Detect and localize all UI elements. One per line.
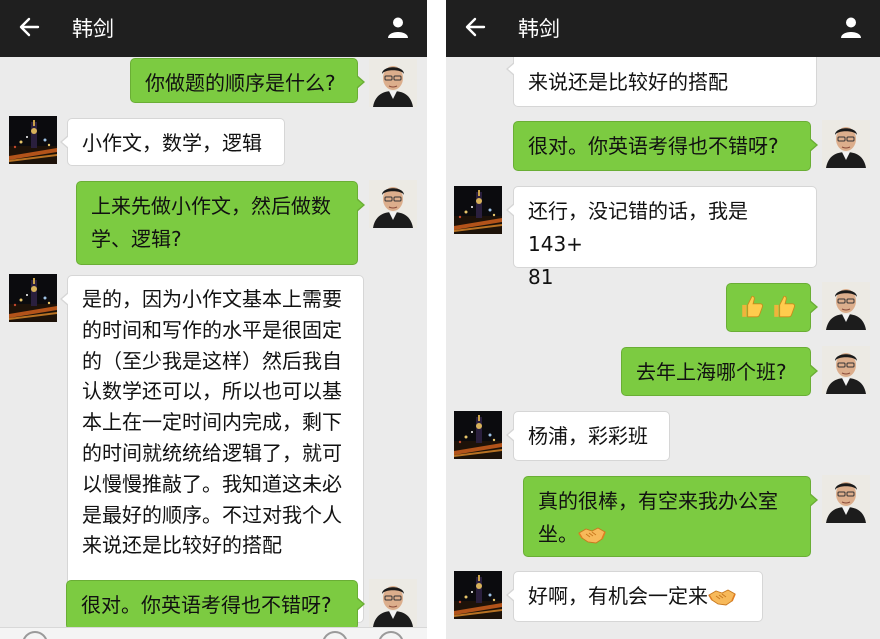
chat-title: 韩剑: [518, 17, 560, 41]
message-list[interactable]: 来说还是比较好的搭配 很对。你英语考得也不错呀? 还行，没记错的话，我是143+…: [446, 57, 880, 639]
person-icon: [839, 15, 863, 43]
message-bubble-incoming[interactable]: 好啊，有机会一定来: [506, 571, 763, 622]
my-avatar[interactable]: [822, 282, 870, 330]
contact-avatar[interactable]: [454, 186, 502, 234]
message-bubble-incoming[interactable]: 小作文，数学，逻辑: [60, 118, 285, 166]
handshake-icon: [708, 584, 736, 617]
message-text: 很对。你英语考得也不错呀?: [81, 593, 332, 617]
arrow-left-icon: [464, 16, 486, 42]
contact-avatar[interactable]: [9, 116, 57, 164]
message-line: 上来先做小作文，然后做数: [91, 194, 331, 218]
message-bubble-outgoing[interactable]: 你做题的顺序是什么?: [130, 58, 365, 103]
profile-button[interactable]: [836, 14, 866, 44]
message-bubble-outgoing[interactable]: 很对。你英语考得也不错呀?: [513, 121, 818, 171]
top-bar: 韩剑: [0, 0, 427, 57]
thumbs-up-icon: [739, 293, 765, 329]
contact-avatar[interactable]: [454, 571, 502, 619]
message-line: 的（至少我是这样）然后我自: [82, 348, 342, 373]
my-avatar[interactable]: [822, 120, 870, 168]
message-line: 真的很棒，有空来我办公室: [538, 489, 778, 513]
handshake-icon: [578, 522, 606, 555]
message-text: 小作文，数学，逻辑: [82, 131, 262, 155]
message-bubble-incoming[interactable]: 还行，没记错的话，我是143+ 81: [506, 186, 817, 289]
message-line: 认数学还可以，所以也可以基: [82, 379, 342, 404]
message-text: 来说还是比较好的搭配: [528, 70, 728, 94]
message-bubble-incoming[interactable]: 来说还是比较好的搭配: [506, 57, 817, 107]
contact-avatar[interactable]: [9, 274, 57, 322]
my-avatar[interactable]: [369, 180, 417, 228]
message-bubble-outgoing[interactable]: 真的很棒，有空来我办公室 坐。: [523, 476, 818, 557]
chat-screen-right: 韩剑 来说还是比较好的搭配 很对。你英语考得也不错呀? 还行，没记错的话，我是1…: [446, 0, 880, 639]
message-line: 还行，没记错的话，我是143+: [528, 199, 748, 256]
back-button[interactable]: [14, 14, 44, 44]
message-line: 的时间就统统给逻辑了，就可: [82, 440, 342, 465]
chat-title: 韩剑: [72, 17, 114, 41]
message-bubble-outgoing[interactable]: 去年上海哪个班?: [621, 347, 818, 396]
message-line: 是的，因为小作文基本上需要: [82, 287, 342, 311]
voice-icon[interactable]: [22, 631, 48, 639]
my-avatar[interactable]: [369, 579, 417, 627]
message-bubble-incoming[interactable]: 是的，因为小作文基本上需要 的时间和写作的水平是很固定 的（至少我是这样）然后我…: [60, 275, 364, 623]
message-list[interactable]: 你做题的顺序是什么? 小作文，数学，逻辑 上来先做小作文，然后做数 学、逻辑? …: [0, 57, 427, 639]
back-button[interactable]: [460, 14, 490, 44]
message-text: 你做题的顺序是什么?: [145, 71, 336, 95]
message-line: 本上在一定时间内完成，剩下: [82, 410, 342, 435]
my-avatar[interactable]: [822, 475, 870, 523]
message-bubble-outgoing[interactable]: [726, 283, 818, 332]
message-bubble-outgoing[interactable]: 上来先做小作文，然后做数 学、逻辑?: [76, 181, 365, 265]
message-bubble-incoming[interactable]: 杨浦，彩彩班: [506, 411, 670, 461]
input-bar[interactable]: [0, 627, 427, 639]
message-line: 是最好的顺序。不过对我个人: [82, 502, 342, 527]
thumbs-up-icon: [771, 293, 797, 329]
plus-icon[interactable]: [378, 631, 404, 639]
message-line: 以慢慢推敲了。我知道这未必: [82, 471, 342, 496]
message-text: 很对。你英语考得也不错呀?: [528, 134, 779, 158]
my-avatar[interactable]: [369, 59, 417, 107]
my-avatar[interactable]: [822, 346, 870, 394]
message-line: 学、逻辑?: [91, 227, 182, 251]
message-line: 坐。: [538, 522, 578, 546]
message-text: 杨浦，彩彩班: [528, 424, 648, 448]
message-line: 的时间和写作的水平是很固定: [82, 317, 342, 342]
chat-screen-left: 韩剑 你做题的顺序是什么? 小作文，数学，逻辑 上来先做小作文，然后做数 学、逻…: [0, 0, 427, 639]
message-text: 去年上海哪个班?: [636, 360, 787, 384]
contact-avatar[interactable]: [454, 411, 502, 459]
message-bubble-outgoing[interactable]: 很对。你英语考得也不错呀?: [66, 580, 365, 630]
message-text: 好啊，有机会一定来: [528, 584, 708, 608]
profile-button[interactable]: [383, 14, 413, 44]
emoji-icon[interactable]: [322, 631, 348, 639]
person-icon: [386, 15, 410, 43]
arrow-left-icon: [18, 16, 40, 42]
top-bar: 韩剑: [446, 0, 880, 57]
message-line: 来说还是比较好的搭配: [82, 533, 282, 558]
